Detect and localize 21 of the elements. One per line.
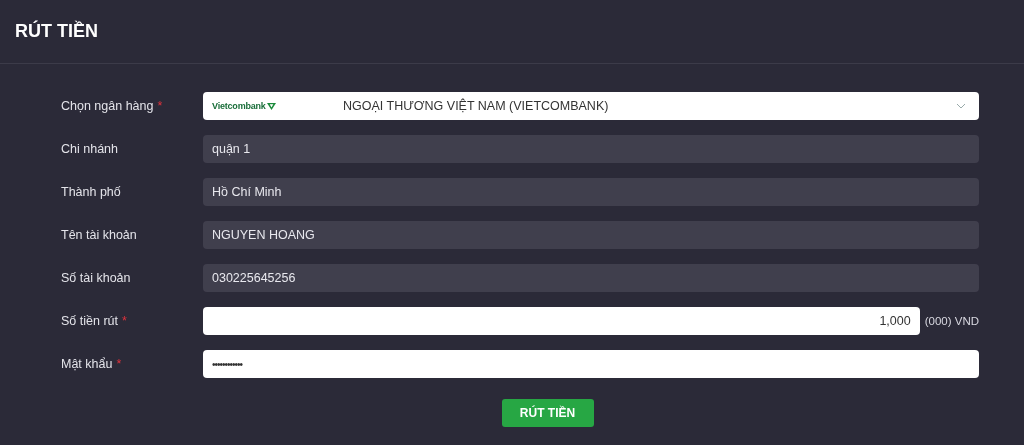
amount-field[interactable]: 1,000 [203, 307, 920, 335]
field-label: Mật khẩu [61, 357, 113, 371]
input-field[interactable]: Hồ Chí Minh [203, 178, 979, 206]
page-title: RÚT TIỀN [15, 21, 98, 42]
field-label: Số tiền rút [61, 314, 118, 328]
input-field[interactable]: 030225645256 [203, 264, 979, 292]
field-label: Tên tài khoản [61, 228, 137, 242]
password-field[interactable]: •••••••••••• [203, 350, 979, 378]
field-label: Số tài khoản [61, 271, 131, 285]
required-mark: * [157, 99, 163, 113]
bank-select[interactable]: Vietcombank NGOẠI THƯƠNG VIỆT NAM (VIETCOMBANK) [203, 92, 979, 120]
field-label: Chi nhánh [61, 142, 118, 156]
chevron-down-icon [956, 103, 966, 109]
input-field[interactable]: NGUYEN HOANG [203, 221, 979, 249]
required-mark: * [116, 357, 122, 371]
required-mark: * [122, 314, 127, 328]
field-label: Thành phố [61, 185, 121, 199]
field-label: Chọn ngân hàng [61, 99, 154, 113]
currency-unit: (000) VND [924, 315, 979, 327]
bank-logo: Vietcombank [212, 101, 332, 111]
input-field[interactable]: quận 1 [203, 135, 979, 163]
